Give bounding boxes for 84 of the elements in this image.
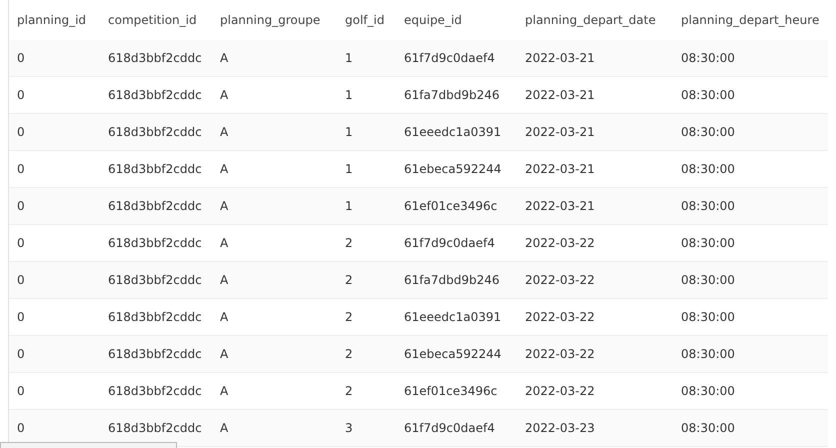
table-cell: 1 — [337, 188, 396, 224]
table-cell: 618d3bbf2cddc — [100, 262, 212, 298]
column-header: planning_groupe — [212, 0, 337, 40]
table-cell: 0 — [9, 76, 100, 114]
table-cell: 2022-03-21 — [517, 76, 673, 114]
column-header: golf_id — [337, 0, 396, 40]
table-cell: 0 — [9, 40, 100, 76]
table-cell: 2022-03-21 — [517, 114, 673, 150]
table-cell: 2022-03-22 — [517, 336, 673, 372]
table-cell: 2022-03-22 — [517, 224, 673, 262]
table-cell: 08:30:00 — [673, 150, 828, 188]
table-cell: A — [212, 224, 337, 262]
table-cell: 618d3bbf2cddc — [100, 224, 212, 262]
table-cell: 618d3bbf2cddc — [100, 76, 212, 114]
table-cell: A — [212, 336, 337, 372]
column-header: equipe_id — [396, 0, 517, 40]
table-cell: 61fa7dbd9b246 — [396, 262, 517, 298]
table-cell: 0 — [9, 372, 100, 410]
table-cell: 08:30:00 — [673, 336, 828, 372]
table-cell: A — [212, 150, 337, 188]
table-cell: 08:30:00 — [673, 224, 828, 262]
table-cell: 61f7d9c0daef4 — [396, 40, 517, 76]
table-cell: A — [212, 40, 337, 76]
table-cell: A — [212, 188, 337, 224]
table-cell: 0 — [9, 410, 100, 446]
table-cell: 08:30:00 — [673, 188, 828, 224]
column-header: planning_depart_heure — [673, 0, 828, 40]
table-cell: 2022-03-23 — [517, 410, 673, 446]
table-cell: 2 — [337, 372, 396, 410]
table-cell: 08:30:00 — [673, 114, 828, 150]
table-cell: 2 — [337, 298, 396, 336]
table-cell: 08:30:00 — [673, 262, 828, 298]
table-cell: 61f7d9c0daef4 — [396, 224, 517, 262]
table-cell: 0 — [9, 224, 100, 262]
table-cell: 1 — [337, 40, 396, 76]
table-cell: 61ebeca592244 — [396, 150, 517, 188]
table-cell: 618d3bbf2cddc — [100, 298, 212, 336]
table-cell: A — [212, 298, 337, 336]
table-cell: 618d3bbf2cddc — [100, 150, 212, 188]
table-cell: 618d3bbf2cddc — [100, 336, 212, 372]
column-header: planning_id — [9, 0, 100, 40]
table-cell: 08:30:00 — [673, 40, 828, 76]
table-cell: 618d3bbf2cddc — [100, 188, 212, 224]
table-cell: 2 — [337, 262, 396, 298]
table-cell: 61f7d9c0daef4 — [396, 410, 517, 446]
table-cell: A — [212, 372, 337, 410]
table-cell: 08:30:00 — [673, 372, 828, 410]
table-cell: A — [212, 262, 337, 298]
table-cell: 2022-03-22 — [517, 372, 673, 410]
table-cell: 3 — [337, 410, 396, 446]
table-cell: 2022-03-22 — [517, 262, 673, 298]
column-header: competition_id — [100, 0, 212, 40]
table-cell: 1 — [337, 76, 396, 114]
table-cell: 61eeedc1a0391 — [396, 114, 517, 150]
table-cell: 618d3bbf2cddc — [100, 410, 212, 446]
table-cell: 0 — [9, 336, 100, 372]
column-header: planning_depart_date — [517, 0, 673, 40]
table-cell: 08:30:00 — [673, 298, 828, 336]
table-cell: 0 — [9, 188, 100, 224]
table-cell: 1 — [337, 150, 396, 188]
table-cell: A — [212, 76, 337, 114]
table-cell: 61fa7dbd9b246 — [396, 76, 517, 114]
table-cell: 2022-03-21 — [517, 188, 673, 224]
table-cell: 0 — [9, 150, 100, 188]
table-cell: 2022-03-22 — [517, 298, 673, 336]
table-cell: 618d3bbf2cddc — [100, 40, 212, 76]
table-cell: 2 — [337, 336, 396, 372]
table-cell: 1 — [337, 114, 396, 150]
table-cell: 2022-03-21 — [517, 40, 673, 76]
table-cell: 2 — [337, 224, 396, 262]
table-cell: 08:30:00 — [673, 410, 828, 446]
table-cell: 0 — [9, 114, 100, 150]
table-cell: 61ebeca592244 — [396, 336, 517, 372]
table-cell: 618d3bbf2cddc — [100, 114, 212, 150]
table-cell: 61ef01ce3496c — [396, 372, 517, 410]
table-cell: 61eeedc1a0391 — [396, 298, 517, 336]
table-cell: 2022-03-21 — [517, 150, 673, 188]
table-cell: A — [212, 114, 337, 150]
table-cell: 0 — [9, 298, 100, 336]
table-cell: 61ef01ce3496c — [396, 188, 517, 224]
table-cell: A — [212, 410, 337, 446]
table-cell: 08:30:00 — [673, 76, 828, 114]
table-cell: 0 — [9, 262, 100, 298]
table-cell: 618d3bbf2cddc — [100, 372, 212, 410]
